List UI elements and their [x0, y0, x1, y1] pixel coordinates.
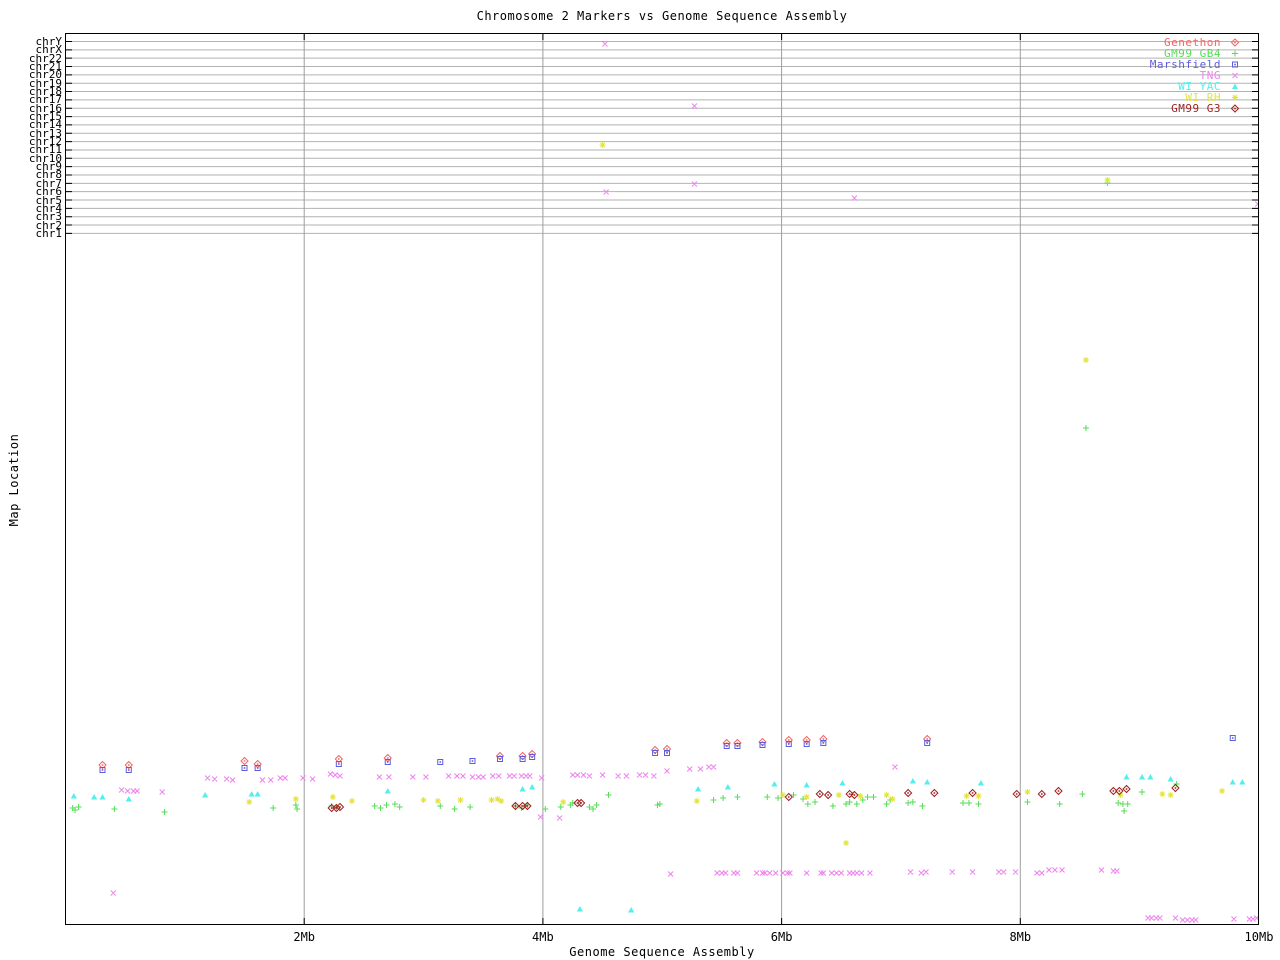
genethon-marker-icon [1230, 38, 1240, 47]
series-gm99-g3-dots [330, 787, 1177, 809]
plot-border [65, 33, 1259, 925]
x-axis-title: Genome Sequence Assembly [569, 945, 755, 959]
y-tick-label-chr1: chr1 [35, 226, 63, 240]
legend-entry-gm99-g3: GM99 G3 [1150, 103, 1242, 114]
x-tick-label-4mb: 4Mb [532, 930, 554, 944]
series-marshfield-points [99, 735, 1236, 773]
wi-rh-marker-icon [1232, 94, 1238, 101]
x-tick-label-8mb: 8Mb [1009, 930, 1032, 944]
series-wi-rh-points [246, 142, 1225, 846]
series-marshfield-dots [101, 737, 1234, 771]
chart-title: Chromosome 2 Markers vs Genome Sequence … [476, 9, 848, 23]
gm99-gb4-marker-stroke [1232, 50, 1238, 57]
marshfield-marker-icon [1232, 61, 1238, 68]
x-tick-label-6mb: 6Mb [770, 930, 793, 944]
plot-canvas [65, 33, 1259, 925]
series-gm99-gb4-points [69, 180, 1180, 815]
x-tick-label-10mb: 10Mb [1244, 930, 1274, 944]
chromosome-gridlines [65, 41, 1259, 234]
wi-yac-marker-icon [1231, 83, 1239, 89]
gm99-g3-marker-fill [1234, 107, 1236, 110]
series-tng-points [110, 41, 1259, 923]
x-tick-label-2mb: 2Mb [293, 930, 316, 944]
series-wi-yac-dots [70, 774, 1246, 913]
y-axis-title: Map Location [7, 433, 21, 527]
wi-yac-marker-fill [1231, 83, 1239, 89]
marshfield-marker-fill [1234, 63, 1236, 66]
gm99-g3-marker-icon [1230, 104, 1240, 113]
legend: Genethon GM99 GB4 Marshfield TNG WI YAC WI RH… [1150, 37, 1242, 114]
genethon-marker-fill [1234, 41, 1236, 44]
legend-entry-marshfield: Marshfield [1150, 59, 1242, 70]
series-gm99-g3-points [327, 783, 1180, 813]
chart: Chromosome 2 Markers vs Genome Sequence … [0, 0, 1280, 960]
tng-marker-stroke [1232, 72, 1238, 79]
gm99-gb4-marker-icon [1232, 50, 1238, 57]
legend-label-gm99-g3: GM99 G3 [1171, 102, 1221, 115]
wi-rh-marker-stroke [1232, 94, 1238, 101]
plot-area [65, 33, 1259, 925]
tng-marker-icon [1232, 72, 1238, 79]
